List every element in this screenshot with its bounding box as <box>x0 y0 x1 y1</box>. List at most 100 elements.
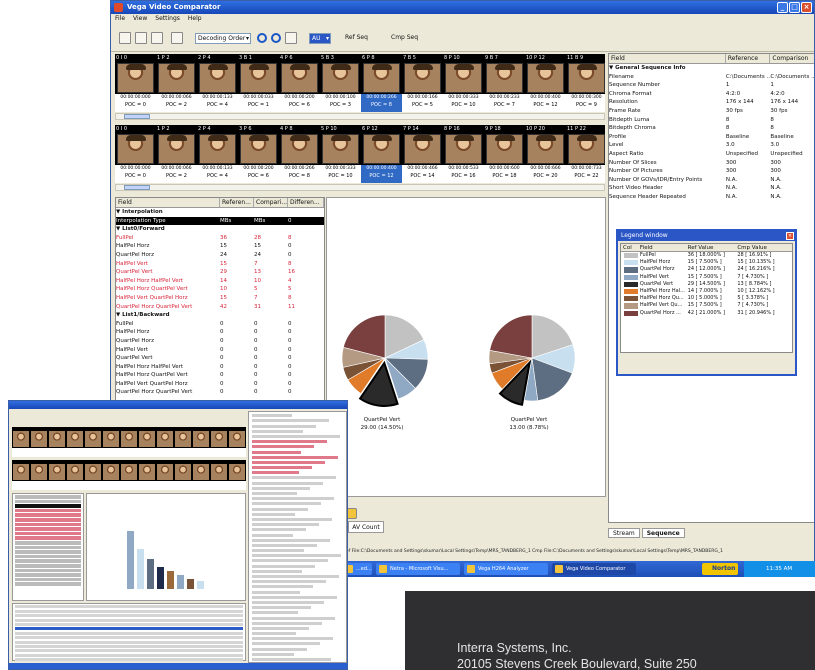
property-row[interactable]: ▼ General Sequence Info <box>609 64 814 73</box>
mini-frame-thumbnail[interactable] <box>192 427 210 457</box>
legend-row[interactable]: FullPel 36 [ 18.000% ] 28 [ 16.91% ] <box>621 252 792 259</box>
frame-thumbnail[interactable]: 5 P 10 00:00:00:333 POC = 10 <box>320 125 361 183</box>
grid-row[interactable]: Interpolation Type MBs MBs 0 <box>116 216 324 226</box>
grid-row[interactable]: QuartPel Horz 0 0 0 <box>116 337 324 346</box>
property-row[interactable]: Number Of Pictures 300 300 <box>609 167 814 176</box>
mini-grid-row[interactable] <box>15 554 81 559</box>
mini-property-row[interactable] <box>252 600 324 604</box>
frame-thumbnail[interactable]: 2 P 4 00:00:00:133 POC = 4 <box>197 125 238 183</box>
properties-header-comparison[interactable]: Comparison <box>770 54 814 63</box>
legend-row[interactable]: HalfPel Vert 15 [ 7.500% ] 7 [ 4.730% ] <box>621 274 792 281</box>
mini-list-row[interactable] <box>15 622 243 626</box>
mini-grid-row[interactable] <box>15 495 81 499</box>
frame-thumbnail[interactable]: 11 P 22 00:00:00:733 POC = 22 <box>566 125 605 183</box>
mini-grid-row[interactable] <box>15 540 81 545</box>
mini-property-row[interactable] <box>252 497 334 501</box>
grid-header-reference[interactable]: Referen... <box>220 198 254 207</box>
legend-row[interactable]: HalfPel Vert Qu... 15 [ 7.500% ] 7 [ 4.730… <box>621 302 792 309</box>
mini-grid-row[interactable] <box>15 504 81 508</box>
property-row[interactable]: Number Of Slices 300 300 <box>609 159 814 168</box>
mini-property-row[interactable] <box>252 621 322 625</box>
mini-property-row[interactable] <box>252 590 300 594</box>
mini-property-row[interactable] <box>252 642 320 646</box>
new-file-icon[interactable] <box>119 32 131 44</box>
mini-frame-thumbnail[interactable] <box>102 427 120 457</box>
mini-property-row[interactable] <box>252 419 329 423</box>
grid-row[interactable]: HalfPel Horz HalfPel Vert 14 10 4 <box>116 277 324 286</box>
grid-row[interactable]: HalfPel Horz QuartPel Vert 0 0 0 <box>116 371 324 380</box>
mini-frame-thumbnail[interactable] <box>48 427 66 457</box>
frame-thumbnail[interactable]: 9 P 18 00:00:00:600 POC = 18 <box>484 125 525 183</box>
mini-property-row[interactable] <box>252 492 297 495</box>
property-row[interactable]: Profile Baseline Baseline <box>609 133 814 142</box>
frame-thumbnail[interactable]: 10 P 20 00:00:00:666 POC = 20 <box>525 125 566 183</box>
grid-row[interactable]: FullPel 36 28 8 <box>116 234 324 243</box>
order-select[interactable]: Decoding Order <box>195 33 251 44</box>
grid-row[interactable]: QuartPel Horz QuartPel Vert 0 0 0 <box>116 388 324 397</box>
mini-property-row[interactable] <box>252 569 302 573</box>
mini-grid-row[interactable] <box>15 568 81 573</box>
mini-property-row[interactable] <box>252 429 303 433</box>
mini-list-row[interactable] <box>15 649 243 653</box>
mini-property-row[interactable] <box>252 481 323 485</box>
maximize-button[interactable]: □ <box>789 2 800 13</box>
grid-header-difference[interactable]: Differen... <box>288 198 324 207</box>
frame-thumbnail[interactable]: 1 P 2 00:00:00:066 POC = 2 <box>156 54 197 112</box>
grid-row[interactable]: HalfPel Vert 15 7 8 <box>116 260 324 269</box>
legend-row[interactable]: QuartPel Horz ... 42 [ 21.000% ] 31 [ 20.9… <box>621 310 792 317</box>
frame-thumbnail[interactable]: 11 B 9 00:00:00:300 POC = 9 <box>566 54 605 112</box>
prev-circle-icon[interactable] <box>257 33 267 43</box>
property-row[interactable]: Filename C:\Documents ... C:\Documents ... <box>609 73 814 82</box>
mini-property-row[interactable] <box>252 549 304 553</box>
mini-frame-thumbnail[interactable] <box>66 460 84 490</box>
mini-property-row[interactable] <box>252 476 336 480</box>
grid-header-comparison[interactable]: Compari... <box>254 198 288 207</box>
legend-row[interactable]: QuartPel Horz 24 [ 12.000% ] 24 [ 16.216% … <box>621 266 792 273</box>
mini-property-row[interactable] <box>252 512 295 516</box>
mini-grid-row[interactable] <box>15 531 81 536</box>
grid-row[interactable]: QuartPel Horz 24 24 0 <box>116 251 324 260</box>
frame-thumbnail[interactable]: 7 B 5 00:00:00:166 POC = 5 <box>402 54 443 112</box>
mini-frame-thumbnail[interactable] <box>12 427 30 457</box>
frame-thumbnail[interactable]: 9 B 7 00:00:00:233 POC = 7 <box>484 54 525 112</box>
legend-row[interactable]: HalfPel Horz Hal... 14 [ 7.000% ] 10 [ 12.… <box>621 288 792 295</box>
mini-list-row[interactable] <box>15 644 243 648</box>
mini-property-row[interactable] <box>252 538 330 542</box>
mini-frame-thumbnail[interactable] <box>30 427 48 457</box>
mini-property-row[interactable] <box>252 528 306 532</box>
mini-frame-thumbnail[interactable] <box>120 427 138 457</box>
mini-grid-row[interactable] <box>15 573 81 577</box>
mini-property-row[interactable] <box>252 637 333 641</box>
property-row[interactable]: Bitdepth Chroma 8 8 <box>609 124 814 133</box>
property-row[interactable]: Short Video Header N.A. N.A. <box>609 184 814 193</box>
tab-stream[interactable]: Stream <box>608 528 640 538</box>
mini-property-row[interactable] <box>252 533 293 537</box>
mini-grid-row[interactable] <box>15 582 81 586</box>
reference-strip-scrollbar[interactable] <box>115 113 605 120</box>
minimize-button[interactable]: _ <box>777 2 788 13</box>
mini-property-row[interactable] <box>252 450 301 454</box>
frame-thumbnail[interactable]: 0 I 0 00:00:00:000 POC = 0 <box>115 54 156 112</box>
mini-grid-row[interactable] <box>15 550 81 554</box>
grid-row[interactable]: QuartPel Vert 29 13 16 <box>116 268 324 277</box>
mini-list-row[interactable] <box>15 653 243 657</box>
frame-thumbnail[interactable]: 0 I 0 00:00:00:000 POC = 0 <box>115 125 156 183</box>
mini-property-row[interactable] <box>252 580 326 584</box>
mini-property-row[interactable] <box>252 559 328 563</box>
mini-frame-thumbnail[interactable] <box>174 460 192 490</box>
mini-property-row[interactable] <box>252 486 310 490</box>
frame-thumbnail[interactable]: 6 P 12 00:00:00:400 POC = 12 <box>361 125 402 183</box>
property-row[interactable]: Chroma Format 4:2:0 4:2:0 <box>609 90 814 99</box>
mini-grid-row[interactable] <box>15 563 81 568</box>
grid-header-field[interactable]: Field <box>116 198 220 207</box>
grid-row[interactable]: HalfPel Horz HalfPel Vert 0 0 0 <box>116 363 324 372</box>
properties-header-reference[interactable]: Reference <box>726 54 771 63</box>
mini-property-row[interactable] <box>252 523 319 527</box>
mini-grid-row[interactable] <box>15 527 81 531</box>
mini-property-row[interactable] <box>252 616 335 620</box>
property-row[interactable]: Sequence Number 1 1 <box>609 81 814 90</box>
property-row[interactable]: Level 3.0 3.0 <box>609 141 814 150</box>
frame-thumbnail[interactable]: 7 P 14 00:00:00:466 POC = 14 <box>402 125 443 183</box>
mini-property-row[interactable] <box>252 585 313 589</box>
legend-row[interactable]: HalfPel Horz Qu... 10 [ 5.000% ] 5 [ 3.378… <box>621 295 792 302</box>
